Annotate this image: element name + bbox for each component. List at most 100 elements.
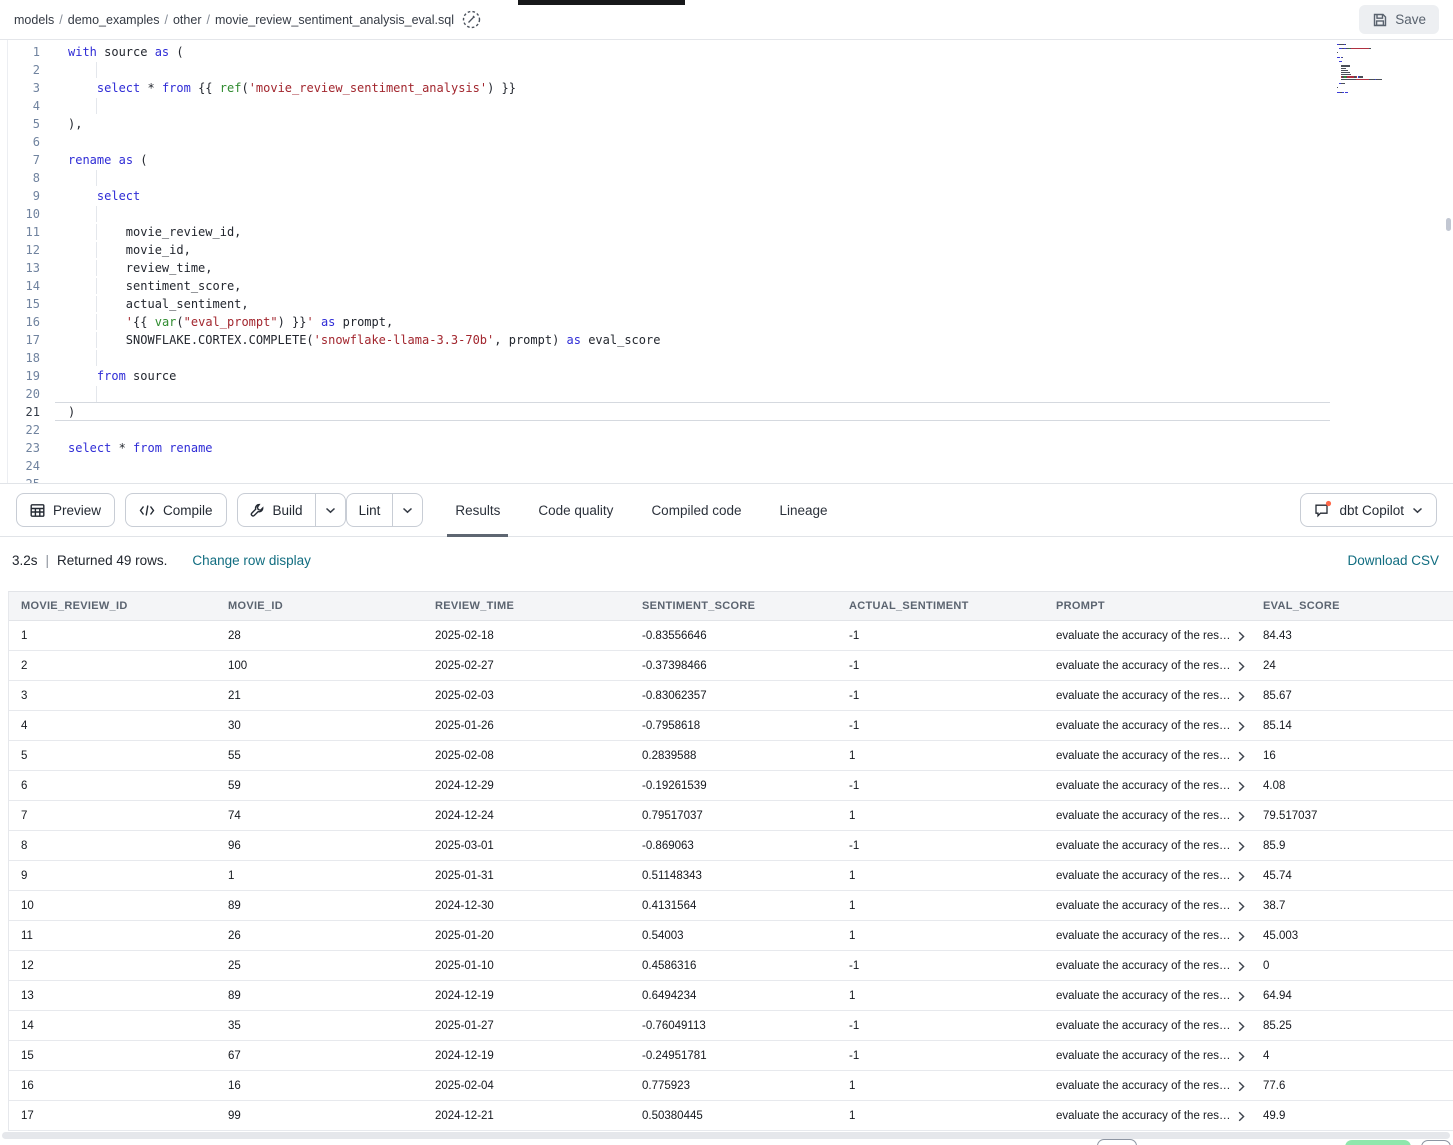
horizontal-scrollbar[interactable] (2, 1132, 1450, 1139)
lint-button[interactable]: Lint (347, 494, 393, 526)
save-button[interactable]: Save (1359, 5, 1439, 34)
chevron-right-icon[interactable] (1238, 841, 1245, 852)
editor-scrollbar-thumb[interactable] (1446, 218, 1451, 231)
table-cell: 96 (228, 840, 435, 852)
code-line[interactable]: '{{ var("eval_prompt") }}' as prompt, (55, 313, 1453, 331)
table-cell: 4.08 (1263, 780, 1453, 792)
code-line[interactable]: movie_review_id, (55, 223, 1453, 241)
change-row-display-link[interactable]: Change row display (192, 553, 311, 568)
code-line[interactable]: SNOWFLAKE.CORTEX.COMPLETE('snowflake-lla… (55, 331, 1453, 349)
line-number: 10 (0, 205, 40, 223)
column-header: PROMPT (1056, 600, 1263, 612)
code-editor[interactable]: 1234567891011121314151617181920212223242… (0, 40, 1453, 483)
code-line[interactable]: ) (55, 403, 1453, 421)
chevron-right-icon[interactable] (1238, 721, 1245, 732)
chevron-right-icon[interactable] (1238, 871, 1245, 882)
table-cell: 49.9 (1263, 1110, 1453, 1122)
chevron-right-icon[interactable] (1238, 661, 1245, 672)
table-cell: 85.25 (1263, 1020, 1453, 1032)
code-line[interactable] (55, 421, 1453, 439)
tab-compiled-code[interactable]: Compiled code (651, 484, 741, 536)
chevron-right-icon[interactable] (1238, 901, 1245, 912)
code-line[interactable] (55, 205, 1453, 223)
chevron-right-icon[interactable] (1238, 931, 1245, 942)
dbt-copilot-button[interactable]: dbt Copilot (1300, 493, 1437, 527)
table-grid-icon (30, 503, 45, 518)
table-cell: 99 (228, 1110, 435, 1122)
indent-guide (96, 314, 97, 330)
code-line[interactable]: select * from rename (55, 439, 1453, 457)
line-number: 21 (0, 403, 40, 421)
code-line[interactable] (55, 133, 1453, 151)
table-cell: 3 (21, 690, 228, 702)
prompt-cell: evaluate the accuracy of the res… (1056, 630, 1263, 642)
code-line[interactable]: select (55, 187, 1453, 205)
code-line[interactable] (55, 385, 1453, 403)
prompt-cell: evaluate the accuracy of the res… (1056, 840, 1263, 852)
results-tabs: Results Code quality Compiled code Lineage (455, 484, 827, 536)
code-line[interactable]: select * from {{ ref('movie_review_senti… (55, 79, 1453, 97)
tab-lineage[interactable]: Lineage (780, 484, 828, 536)
table-cell: 1 (849, 900, 1056, 912)
code-line[interactable]: ), (55, 115, 1453, 133)
download-csv-link[interactable]: Download CSV (1347, 553, 1441, 568)
chevron-right-icon[interactable] (1238, 1051, 1245, 1062)
indent-guide (96, 260, 97, 276)
floppy-icon (1372, 12, 1388, 28)
table-cell: 5 (21, 750, 228, 762)
chevron-right-icon[interactable] (1238, 1021, 1245, 1032)
table-cell: -1 (849, 690, 1056, 702)
table-cell: 2025-02-18 (435, 630, 642, 642)
column-header: MOVIE_REVIEW_ID (21, 600, 228, 612)
code-line[interactable] (55, 169, 1453, 187)
lint-dropdown-chevron[interactable] (392, 494, 422, 526)
tab-results[interactable]: Results (455, 484, 500, 536)
table-cell: 0 (1263, 960, 1453, 972)
tab-code-quality[interactable]: Code quality (538, 484, 613, 536)
wrench-icon (250, 503, 265, 518)
table-cell: -1 (849, 660, 1056, 672)
results-statusbar: 3.2s | Returned 49 rows. Change row disp… (0, 537, 1453, 583)
code-line[interactable] (55, 475, 1453, 483)
code-line[interactable]: sentiment_score, (55, 277, 1453, 295)
results-table-body: 1282025-02-18-0.83556646-1evaluate the a… (9, 621, 1453, 1131)
table-cell: -1 (849, 1020, 1056, 1032)
chevron-right-icon[interactable] (1238, 691, 1245, 702)
code-line[interactable] (55, 457, 1453, 475)
table-cell: 2025-01-31 (435, 870, 642, 882)
footer-partial-button[interactable] (1097, 1139, 1137, 1145)
code-line[interactable]: rename as ( (55, 151, 1453, 169)
compile-button[interactable]: Compile (125, 493, 227, 527)
code-line[interactable] (55, 97, 1453, 115)
footer-green-pill[interactable] (1345, 1140, 1411, 1145)
chevron-right-icon[interactable] (1238, 781, 1245, 792)
indent-guide (96, 278, 97, 294)
chevron-right-icon[interactable] (1238, 751, 1245, 762)
chevron-right-icon[interactable] (1238, 961, 1245, 972)
table-cell: -0.76049113 (642, 1020, 849, 1032)
chevron-right-icon[interactable] (1238, 1111, 1245, 1122)
footer-partial-button-2[interactable] (1421, 1140, 1451, 1145)
chevron-right-icon[interactable] (1238, 991, 1245, 1002)
code-line[interactable]: with source as ( (55, 43, 1453, 61)
table-row: 12252025-01-100.4586316-1evaluate the ac… (9, 951, 1453, 981)
code-line[interactable] (55, 349, 1453, 367)
chevron-right-icon[interactable] (1238, 811, 1245, 822)
chevron-right-icon[interactable] (1238, 1081, 1245, 1092)
table-row: 21002025-02-27-0.37398466-1evaluate the … (9, 651, 1453, 681)
editor-minimap[interactable] (1333, 40, 1443, 98)
build-dropdown-chevron[interactable] (315, 494, 345, 526)
build-button[interactable]: Build (238, 494, 315, 526)
code-line[interactable]: review_time, (55, 259, 1453, 277)
prompt-text: evaluate the accuracy of the res… (1056, 1050, 1231, 1062)
editor-code[interactable]: with source as ( select * from {{ ref('m… (55, 43, 1453, 483)
preview-button[interactable]: Preview (16, 493, 115, 527)
code-line[interactable]: actual_sentiment, (55, 295, 1453, 313)
code-line[interactable] (55, 61, 1453, 79)
indent-guide (96, 62, 97, 78)
code-line[interactable]: from source (55, 367, 1453, 385)
code-line[interactable]: movie_id, (55, 241, 1453, 259)
indent-guide (96, 242, 97, 258)
chevron-right-icon[interactable] (1238, 631, 1245, 642)
table-cell: 45.003 (1263, 930, 1453, 942)
